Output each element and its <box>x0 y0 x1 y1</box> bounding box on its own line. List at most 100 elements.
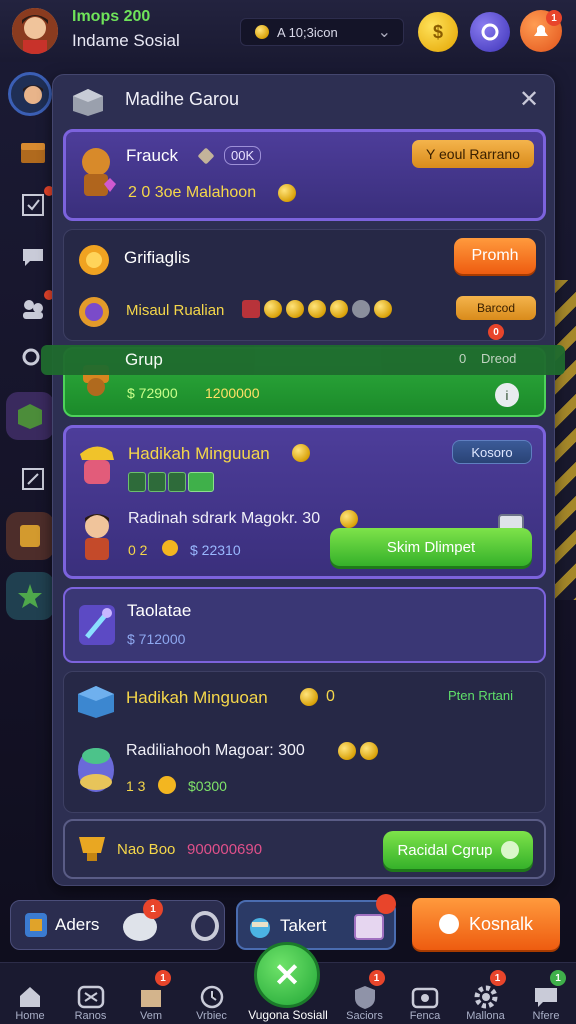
panel-header-icon <box>71 87 105 122</box>
currency-text: A 10;3icon <box>277 24 338 40</box>
card-value: $ 712000 <box>127 631 186 647</box>
nav-saciors[interactable]: 1 Saciors <box>339 962 391 1024</box>
card-title: Grup <box>125 350 163 369</box>
nav-fenca[interactable]: Fenca <box>399 962 451 1024</box>
close-icon[interactable]: ✕ <box>519 85 539 114</box>
hat-icon <box>76 440 118 493</box>
shield-icon <box>354 986 375 1009</box>
grup-banner[interactable]: Grup 0 Dreod <box>41 345 565 375</box>
player-subtitle: Indame Sosial <box>72 31 180 50</box>
card-row2-label: Radinah sdrark Magokr. 30 <box>128 510 321 527</box>
close-icon[interactable]: ✕ <box>254 942 320 1008</box>
scroll-icon <box>20 525 40 547</box>
chest-icon[interactable] <box>18 138 48 168</box>
nav-badge: 1 <box>550 970 566 986</box>
card-action-button[interactable]: Y eoul Rarrano <box>412 140 534 168</box>
card-frauck[interactable]: Frauck 00K 2 0 3oe Malahoon Y eoul Rarra… <box>63 129 546 221</box>
reward-icons <box>242 300 392 318</box>
kosnalk-label: Kosnalk <box>468 913 534 934</box>
card-title: Frauck <box>126 146 178 165</box>
flower-icon <box>158 776 176 794</box>
chat-icon <box>438 914 459 934</box>
nav-label: Ranos <box>74 1010 107 1022</box>
check-icon <box>500 841 519 859</box>
card-title: Hadikah Minguuan <box>128 444 270 463</box>
nav-mallona[interactable]: 1 Mallona <box>460 962 512 1024</box>
top-bar: Imops 200 Indame Sosial A 10;3icon ⌄ $ 1 <box>0 0 576 62</box>
kosoro-button[interactable]: Kosoro <box>452 440 532 464</box>
kosnalk-button[interactable]: Kosnalk <box>412 898 560 950</box>
grup-right-prefix: 0 <box>459 351 467 366</box>
nav-home[interactable]: Home <box>4 962 56 1024</box>
clock-icon <box>200 985 223 1009</box>
takert-button[interactable]: Takert <box>236 894 396 950</box>
friends-icon[interactable] <box>18 290 54 324</box>
wand-icon <box>77 603 117 652</box>
egg-icon <box>74 742 118 801</box>
sidebar-item-star[interactable] <box>6 572 54 620</box>
coin-icon <box>352 300 370 318</box>
coin-icon <box>264 300 282 318</box>
nav-ranos[interactable]: Ranos <box>65 962 117 1024</box>
coin-icon <box>338 742 356 760</box>
cube-icon <box>73 89 103 116</box>
card-nao-boo[interactable]: Nao Boo 900000690 Racidal Cgrup <box>63 819 546 879</box>
ring-icon <box>481 23 499 41</box>
sidebar-item-scroll[interactable] <box>6 512 54 560</box>
player-avatar[interactable] <box>12 8 58 54</box>
box-icon <box>76 684 116 725</box>
nav-badge: 1 <box>155 970 171 986</box>
nav-vugona-sosiall[interactable]: ✕ Vugona Sosiall <box>246 942 330 1024</box>
notification-button[interactable]: 1 <box>520 10 562 52</box>
checklist-icon[interactable] <box>18 186 54 220</box>
coin-icon <box>286 300 304 318</box>
sidebar-avatar[interactable] <box>8 72 52 116</box>
barcod-badge: 0 <box>488 324 504 340</box>
promh-button[interactable]: Promh <box>454 238 536 274</box>
aders-button[interactable]: Aders 1 <box>10 899 225 950</box>
card-highlight: 900000690 <box>187 841 263 858</box>
card-title: Taolatae <box>127 601 192 620</box>
card-title: Hadikah Minguoan <box>126 688 268 707</box>
slot-icon <box>148 472 166 492</box>
nav-label: Home <box>15 1010 45 1022</box>
gear-icon <box>474 985 497 1009</box>
slot-icon <box>128 472 146 492</box>
chat-icon[interactable] <box>18 242 48 272</box>
panel-title: Madihe Garou <box>125 89 240 109</box>
hero-icon <box>76 144 122 205</box>
card-title-suffix: 0 <box>326 688 335 705</box>
slot-icon <box>188 472 214 492</box>
nav-vrbiec[interactable]: Vrbiec <box>186 962 238 1024</box>
card-grifiaglis[interactable]: Grifiaglis Promh Misaul Rualian Barcod 0 <box>63 229 546 341</box>
nav-label: Nfere <box>532 1010 560 1022</box>
camera-icon <box>411 987 439 1009</box>
gem-button[interactable] <box>470 12 510 52</box>
nav-label: Vrbiec <box>196 1010 227 1022</box>
aders-label: Aders <box>55 915 100 934</box>
coin-icon <box>300 688 318 706</box>
sidebar-item-cube[interactable] <box>6 392 54 440</box>
ticket-icon <box>354 914 384 940</box>
card-taolatae[interactable]: Taolatae $ 712000 <box>63 587 546 663</box>
info-icon[interactable]: i <box>495 383 519 407</box>
currency-selector[interactable]: A 10;3icon ⌄ <box>240 18 404 46</box>
nav-label: Fenca <box>409 1010 441 1022</box>
sun-coin-icon <box>76 242 112 283</box>
nav-badge: 1 <box>368 970 385 986</box>
gold-coin-button[interactable]: $ <box>418 12 458 52</box>
card-title: Nao Boo <box>117 841 176 858</box>
nav-vem[interactable]: 1 Vem <box>125 962 177 1024</box>
box-icon <box>141 990 161 1007</box>
card-hadikah-1[interactable]: Hadikah Minguuan Kosoro Radinah sdrark M… <box>63 425 546 579</box>
card-hadikah-2[interactable]: Hadikah Minguoan 0 Pten Rrtani Radiliaho… <box>63 671 546 813</box>
nav-nfere[interactable]: 1 Nfere <box>520 962 572 1024</box>
bottom-nav-items: Home Ranos 1 Vem Vrbiec ✕ Vugona Sosiall… <box>4 942 572 1024</box>
racidal-button[interactable]: Racidal Cgrup <box>383 831 533 869</box>
barcod-button[interactable]: Barcod <box>456 296 536 320</box>
trophy-icon <box>75 833 109 870</box>
skim-button[interactable]: Skim Dlimpet <box>330 528 532 566</box>
edit-icon[interactable] <box>18 464 48 494</box>
card-row2-label: Radiliahooh Magoar: 300 <box>126 742 305 759</box>
home-icon <box>20 987 40 1007</box>
